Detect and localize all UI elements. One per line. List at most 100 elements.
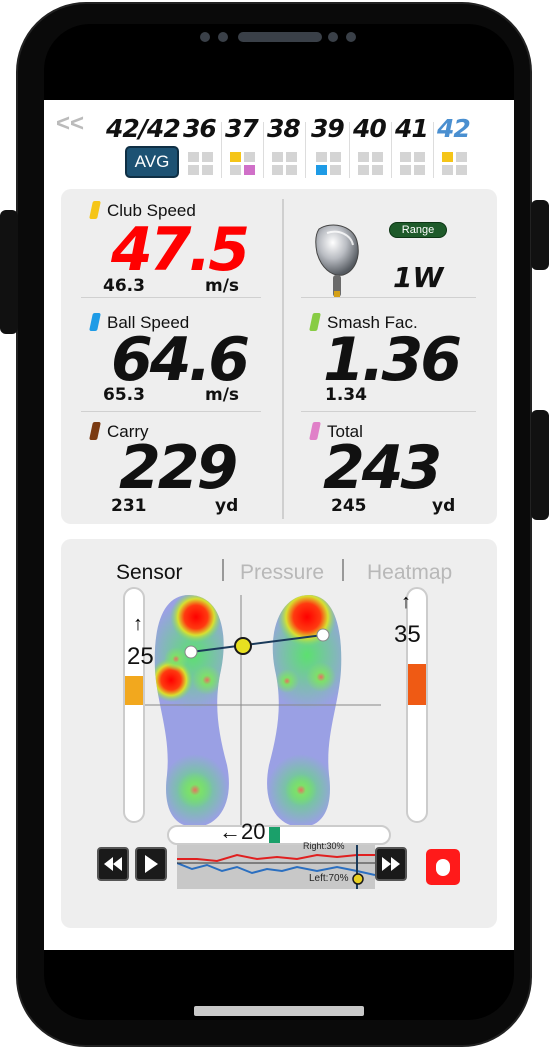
- shot-indicator-square: [244, 165, 255, 175]
- left-gauge-fill: [125, 676, 143, 705]
- shot-item-40[interactable]: 40: [350, 114, 390, 182]
- balance-value: ←20: [219, 819, 265, 845]
- smash-factor-average: 1.34: [325, 385, 367, 405]
- camera-dot: [346, 32, 356, 42]
- shot-number: 39: [311, 114, 345, 143]
- driver-club-icon: [313, 219, 361, 306]
- phone-volume-button: [0, 210, 18, 334]
- shot-item-42[interactable]: 42: [434, 114, 474, 182]
- shot-indicator-square: [358, 165, 369, 175]
- shot-item-39[interactable]: 39: [308, 114, 348, 182]
- left-weight-value: 25: [127, 643, 154, 670]
- right-gauge-fill: [408, 664, 426, 705]
- row-divider: [81, 411, 261, 412]
- shot-item-36[interactable]: 36: [180, 114, 220, 182]
- current-shot-counter: 42/42: [106, 114, 181, 143]
- rewind-button[interactable]: [97, 847, 129, 881]
- shot-item-37[interactable]: 37: [222, 114, 262, 182]
- swing-timeline-graph[interactable]: Right:30% Left:70%: [176, 841, 376, 889]
- phone-side-button-bottom: [531, 410, 549, 520]
- sensor-dot: [200, 32, 210, 42]
- record-icon: [436, 858, 450, 876]
- balance-gauge-fill: [269, 827, 280, 843]
- fast-forward-icon: [382, 857, 400, 871]
- carry-unit: yd: [215, 496, 239, 516]
- rewind-icon: [104, 857, 122, 871]
- shot-indicator-square: [400, 152, 411, 162]
- metrics-panel: Club Speed 47.5 46.3 m/s Range 1W Ball S…: [61, 189, 497, 524]
- shot-indicator-square: [230, 152, 241, 162]
- back-button[interactable]: <<: [56, 110, 84, 138]
- total-color-tag: [309, 422, 321, 440]
- app-screen: << 42/42 AVG 36 37 38 39 40 41 42 Club Speed 4…: [44, 100, 514, 950]
- vertical-divider: [282, 199, 284, 519]
- club-speed-value: 47.5: [111, 215, 250, 285]
- balance-arrow: ←: [219, 819, 241, 844]
- shot-indicator-square: [358, 152, 369, 162]
- club-speed-unit: m/s: [205, 276, 240, 296]
- tab-heatmap[interactable]: Heatmap: [367, 561, 452, 585]
- record-button[interactable]: [426, 849, 460, 885]
- sensor-panel: Sensor Pressure Heatmap ↑ 25 ↑ 35 ←20 Ri…: [61, 539, 497, 928]
- balance-number: 20: [241, 819, 266, 844]
- shot-indicator-square: [442, 152, 453, 162]
- shot-item-38[interactable]: 38: [264, 114, 304, 182]
- club-speed-color-tag: [89, 201, 101, 219]
- sensor-dot: [218, 32, 228, 42]
- carry-value: 229: [119, 433, 238, 503]
- shot-indicator-square: [442, 165, 453, 175]
- shot-indicator-square: [372, 165, 383, 175]
- tab-divider: [342, 559, 344, 581]
- smash-factor-color-tag: [309, 313, 321, 331]
- ball-speed-unit: m/s: [205, 385, 240, 405]
- tab-pressure[interactable]: Pressure: [240, 561, 324, 585]
- shot-indicator-square: [230, 165, 241, 175]
- shot-indicator-square: [316, 165, 327, 175]
- shot-indicator-square: [414, 165, 425, 175]
- ball-speed-color-tag: [89, 313, 101, 331]
- shot-indicator-square: [272, 152, 283, 162]
- foot-pressure-heatmap: [131, 585, 401, 835]
- range-badge[interactable]: Range: [389, 222, 447, 238]
- home-indicator[interactable]: [194, 1006, 364, 1016]
- shot-number: 41: [395, 114, 429, 143]
- shot-indicator-square: [316, 152, 327, 162]
- shot-indicator-square: [330, 165, 341, 175]
- graph-left-label: Left:70%: [309, 873, 349, 884]
- shot-number: 36: [183, 114, 217, 143]
- right-weight-value: 35: [394, 621, 421, 648]
- shot-number: 42: [437, 114, 471, 143]
- shot-indicator-square: [456, 152, 467, 162]
- shot-indicator-square: [202, 165, 213, 175]
- club-speed-average: 46.3: [103, 276, 145, 296]
- shot-indicator-square: [286, 165, 297, 175]
- shot-item-41[interactable]: 41: [392, 114, 432, 182]
- right-up-arrow: ↑: [401, 591, 411, 613]
- total-value: 243: [323, 433, 442, 503]
- total-unit: yd: [432, 496, 456, 516]
- carry-color-tag: [89, 422, 101, 440]
- shot-indicator-square: [414, 152, 425, 162]
- shot-indicator-square: [456, 165, 467, 175]
- left-up-arrow: ↑: [133, 613, 143, 635]
- carry-average: 231: [111, 496, 147, 516]
- shot-indicator-square: [372, 152, 383, 162]
- avg-button[interactable]: AVG: [125, 146, 179, 178]
- fast-forward-button[interactable]: [375, 847, 407, 881]
- shot-indicator-square: [286, 152, 297, 162]
- shot-indicator-square: [188, 152, 199, 162]
- tab-sensor[interactable]: Sensor: [116, 561, 183, 585]
- sensor-dot: [328, 32, 338, 42]
- play-button[interactable]: [135, 847, 167, 881]
- shot-indicator-square: [400, 165, 411, 175]
- total-average: 245: [331, 496, 367, 516]
- shot-indicator-square: [330, 152, 341, 162]
- play-icon: [145, 855, 158, 873]
- row-divider: [301, 411, 476, 412]
- shot-indicator-square: [188, 165, 199, 175]
- tab-divider: [222, 559, 224, 581]
- balance-gauge: [167, 825, 391, 845]
- row-divider: [81, 297, 261, 298]
- shot-number: 37: [225, 114, 259, 143]
- shot-indicator-square: [272, 165, 283, 175]
